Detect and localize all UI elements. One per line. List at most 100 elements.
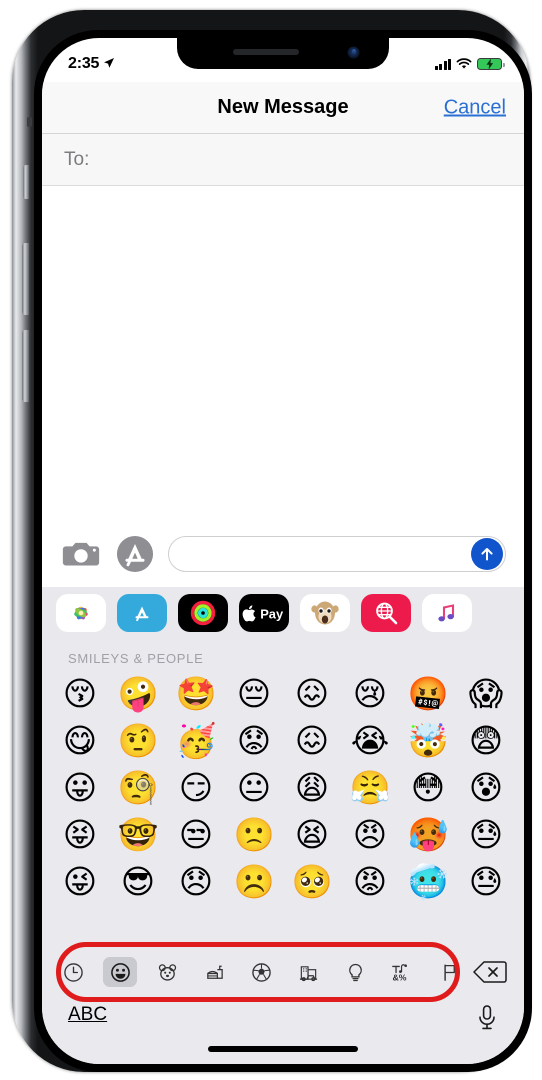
emoji-key[interactable]: 😢 bbox=[346, 677, 394, 710]
backspace-key[interactable] bbox=[470, 957, 510, 987]
emoji-key[interactable]: 😞 bbox=[172, 865, 220, 898]
emoji-category-activity[interactable] bbox=[244, 957, 278, 987]
emoji-category-recents[interactable] bbox=[56, 957, 90, 987]
message-input[interactable] bbox=[168, 536, 506, 572]
emoji-key[interactable]: 😨 bbox=[462, 724, 510, 757]
frame-antenna-line-left bbox=[27, 117, 32, 127]
microphone-icon[interactable] bbox=[476, 1004, 498, 1032]
emoji-category-bar[interactable]: &% bbox=[42, 950, 524, 994]
volume-up-button[interactable] bbox=[22, 243, 29, 315]
emoji-key[interactable]: 😔 bbox=[230, 677, 278, 710]
emoji-category-travel-places[interactable] bbox=[291, 957, 325, 987]
status-bar-left: 2:35 bbox=[68, 55, 115, 73]
emoji-key[interactable]: 😟 bbox=[230, 724, 278, 757]
emoji-key[interactable]: 🤩 bbox=[172, 677, 220, 710]
emoji-key[interactable]: 🥺 bbox=[288, 865, 336, 898]
svg-text:&%: &% bbox=[392, 972, 406, 982]
emoji-key[interactable]: 😛 bbox=[56, 771, 104, 804]
emoji-key[interactable]: 😰 bbox=[462, 771, 510, 804]
emoji-key[interactable]: 😎 bbox=[114, 865, 162, 898]
emoji-key[interactable]: 😝 bbox=[56, 818, 104, 851]
keyboard-bottom-bar: ABC bbox=[42, 994, 524, 1064]
app-icon-app-store[interactable] bbox=[117, 594, 167, 632]
emoji-key[interactable]: 😓 bbox=[462, 865, 510, 898]
emoji-key[interactable]: 😡 bbox=[346, 865, 394, 898]
emoji-key[interactable]: 😭 bbox=[346, 724, 394, 757]
app-icon-images-search[interactable] bbox=[361, 594, 411, 632]
volume-down-button[interactable] bbox=[22, 330, 29, 402]
emoji-row: 😝 🤓 😒 🙁 😫 😠 🥵 😓 bbox=[56, 811, 510, 858]
emoji-key[interactable]: 😏 bbox=[172, 771, 220, 804]
emoji-key[interactable]: 🧐 bbox=[114, 771, 162, 804]
emoji-category-objects[interactable] bbox=[338, 957, 372, 987]
emoji-key[interactable]: 🥶 bbox=[404, 865, 452, 898]
emoji-key[interactable]: 🤪 bbox=[114, 677, 162, 710]
emoji-key[interactable]: 😠 bbox=[346, 818, 394, 851]
emoji-key[interactable]: 😤 bbox=[346, 771, 394, 804]
app-icon-apple-pay[interactable]: Pay bbox=[239, 594, 289, 632]
bear-icon bbox=[158, 963, 176, 981]
smiley-icon bbox=[110, 962, 130, 982]
emoji-category-food-drink[interactable] bbox=[197, 957, 231, 987]
emoji-grid[interactable]: 😚 🤪 🤩 😔 😖 😢 🤬 😱 😋 🤨 🥳 😟 😖 😭 🤯 😨 😛 🧐 😏 😐 … bbox=[42, 670, 524, 905]
clock-icon bbox=[63, 962, 83, 982]
emoji-key[interactable]: 😩 bbox=[288, 771, 336, 804]
page-title: New Message bbox=[217, 96, 349, 118]
emoji-key[interactable]: 🤓 bbox=[114, 818, 162, 851]
mute-switch-button[interactable] bbox=[23, 165, 29, 199]
emoji-key[interactable]: 🤬 bbox=[404, 677, 452, 710]
emoji-section-header: SMILEYS & PEOPLE bbox=[68, 651, 204, 666]
front-camera-icon bbox=[348, 47, 359, 58]
app-icon-music[interactable] bbox=[422, 594, 472, 632]
location-arrow-icon bbox=[104, 58, 115, 68]
cancel-button[interactable]: Cancel bbox=[444, 96, 506, 119]
emoji-key[interactable]: 😳 bbox=[404, 771, 452, 804]
emoji-category-animals-nature[interactable] bbox=[150, 957, 184, 987]
emoji-key[interactable]: 🤨 bbox=[114, 724, 162, 757]
lightbulb-icon bbox=[348, 963, 362, 981]
emoji-keyboard: SMILEYS & PEOPLE 😚 🤪 🤩 😔 😖 😢 🤬 😱 😋 🤨 🥳 😟… bbox=[42, 639, 524, 1064]
emoji-key[interactable]: 😋 bbox=[56, 724, 104, 757]
emoji-key[interactable]: 😒 bbox=[172, 818, 220, 851]
emoji-key[interactable]: 😱 bbox=[462, 677, 510, 710]
symbols-icon: &% bbox=[392, 963, 407, 982]
navigation-bar: New Message Cancel bbox=[42, 82, 524, 134]
earpiece-speaker-icon bbox=[233, 49, 299, 55]
cellular-signal-icon bbox=[434, 58, 451, 70]
emoji-category-flags[interactable] bbox=[432, 957, 466, 987]
emoji-key[interactable]: ☹️ bbox=[230, 865, 278, 898]
emoji-key[interactable]: 🤯 bbox=[404, 724, 452, 757]
emoji-key[interactable]: 😚 bbox=[56, 677, 104, 710]
emoji-row: 😜 😎 😞 ☹️ 🥺 😡 🥶 😓 bbox=[56, 858, 510, 905]
emoji-row: 😚 🤪 🤩 😔 😖 😢 🤬 😱 bbox=[56, 670, 510, 717]
emoji-key[interactable]: 🙁 bbox=[230, 818, 278, 851]
emoji-key[interactable]: 😫 bbox=[288, 818, 336, 851]
send-arrow-up-icon bbox=[481, 548, 493, 561]
app-icon-activity[interactable] bbox=[178, 594, 228, 632]
emoji-key[interactable]: 😖 bbox=[288, 724, 336, 757]
phone-frame: 2:35 New Message Cancel To: Pay SMILEYS … bbox=[12, 10, 532, 1072]
abc-keyboard-button[interactable]: ABC bbox=[68, 1004, 107, 1026]
car-building-icon bbox=[299, 965, 317, 981]
emoji-key[interactable]: 🥵 bbox=[404, 818, 452, 851]
camera-icon[interactable] bbox=[60, 533, 102, 575]
flag-icon bbox=[443, 964, 455, 981]
send-button[interactable] bbox=[471, 538, 503, 570]
app-store-icon[interactable] bbox=[116, 535, 154, 573]
app-icon-photos[interactable] bbox=[56, 594, 106, 632]
food-icon bbox=[206, 965, 223, 979]
emoji-key[interactable]: 😓 bbox=[462, 818, 510, 851]
recipient-field[interactable]: To: bbox=[42, 134, 524, 186]
conversation-area bbox=[42, 186, 524, 521]
emoji-key[interactable]: 😜 bbox=[56, 865, 104, 898]
app-icon-memoji[interactable] bbox=[300, 594, 350, 632]
emoji-category-symbols[interactable]: &% bbox=[385, 957, 419, 987]
home-indicator[interactable] bbox=[208, 1046, 358, 1052]
emoji-key[interactable]: 🥳 bbox=[172, 724, 220, 757]
wifi-icon bbox=[456, 58, 472, 69]
recipient-label: To: bbox=[64, 148, 90, 170]
emoji-category-smileys-people[interactable] bbox=[103, 957, 137, 987]
imessage-app-strip[interactable]: Pay bbox=[42, 587, 524, 639]
emoji-key[interactable]: 😖 bbox=[288, 677, 336, 710]
emoji-key[interactable]: 😐 bbox=[230, 771, 278, 804]
